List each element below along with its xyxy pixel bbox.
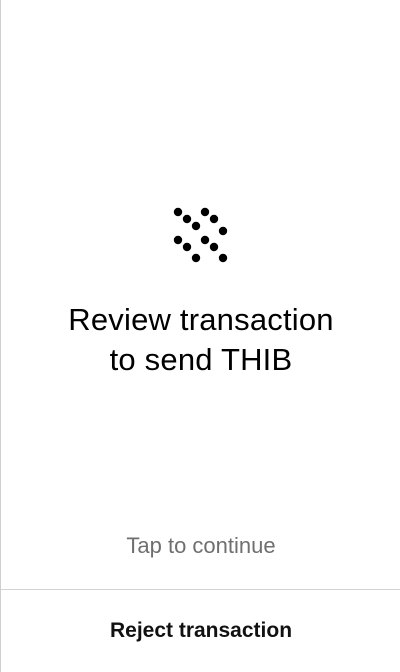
page-title: Review transaction to send THIB xyxy=(1,300,400,380)
review-transaction-screen[interactable]: Review transaction to send THIB Tap to c… xyxy=(0,0,400,672)
reject-transaction-button[interactable]: Reject transaction xyxy=(1,590,400,672)
title-line-1: Review transaction xyxy=(68,302,334,337)
tap-to-continue-hint: Tap to continue xyxy=(126,533,276,558)
dot-grid-logo-icon xyxy=(173,207,228,263)
title-line-2: to send THIB xyxy=(109,342,293,377)
